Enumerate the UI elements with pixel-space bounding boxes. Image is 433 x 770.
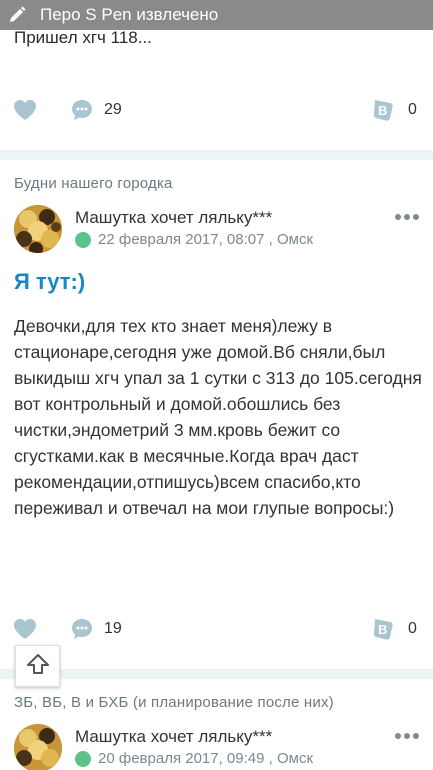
prev-post-excerpt[interactable]: Пришел хгч 118... bbox=[14, 28, 152, 48]
prev-post-actions: 29 B 0 bbox=[0, 90, 433, 130]
vote-button[interactable]: B 0 bbox=[372, 609, 417, 649]
more-options-button[interactable] bbox=[395, 212, 419, 222]
author-name[interactable]: Машутка хочет ляльку*** bbox=[75, 727, 272, 747]
post-actions: 19 B 0 bbox=[0, 609, 433, 649]
online-status-icon bbox=[75, 231, 91, 248]
toast-text: Перо S Pen извлечено bbox=[40, 5, 219, 24]
more-options-button[interactable] bbox=[395, 731, 419, 741]
avatar[interactable] bbox=[14, 205, 62, 253]
comments-count: 29 bbox=[104, 101, 122, 118]
author-name[interactable]: Машутка хочет ляльку*** bbox=[75, 208, 272, 228]
votes-count: 0 bbox=[408, 101, 417, 118]
post-separator bbox=[0, 669, 433, 679]
comment-icon bbox=[72, 100, 92, 120]
arrow-up-icon bbox=[26, 654, 49, 674]
b-badge-icon: B bbox=[373, 619, 393, 640]
post-body: Девочки,для тех кто знает меня)лежу в ст… bbox=[14, 316, 422, 518]
post-date-location: 22 февраля 2017, 08:07 , Омск bbox=[98, 231, 314, 248]
like-button[interactable] bbox=[12, 90, 38, 130]
post-meta: 20 февраля 2017, 09:49 , Омск bbox=[75, 750, 313, 767]
svg-text:B: B bbox=[378, 103, 387, 118]
heart-icon bbox=[14, 100, 36, 120]
votes-count: 0 bbox=[408, 620, 417, 637]
like-button[interactable] bbox=[12, 609, 38, 649]
post-separator bbox=[0, 150, 433, 160]
vote-button[interactable]: B 0 bbox=[372, 90, 417, 130]
online-status-icon bbox=[75, 750, 91, 767]
post-category[interactable]: Будни нашего городка bbox=[14, 175, 173, 192]
comment-icon bbox=[72, 619, 92, 639]
svg-text:B: B bbox=[378, 622, 387, 637]
pen-icon bbox=[2, 0, 32, 30]
b-badge-icon: B bbox=[373, 100, 393, 121]
post-date-location: 20 февраля 2017, 09:49 , Омск bbox=[98, 750, 314, 767]
heart-icon bbox=[14, 619, 36, 639]
post-meta: 22 февраля 2017, 08:07 , Омск bbox=[75, 231, 313, 248]
spen-toast: Перо S Pen извлечено bbox=[0, 0, 433, 30]
scroll-to-top-button[interactable] bbox=[15, 645, 60, 687]
post-title[interactable]: Я тут:) bbox=[14, 269, 85, 295]
comments-count: 19 bbox=[104, 620, 122, 637]
avatar[interactable] bbox=[14, 724, 62, 770]
comments-button[interactable]: 29 bbox=[70, 90, 122, 130]
comments-button[interactable]: 19 bbox=[70, 609, 122, 649]
post-category[interactable]: ЗБ, ВБ, В и БХБ (и планирование после ни… bbox=[14, 694, 334, 711]
